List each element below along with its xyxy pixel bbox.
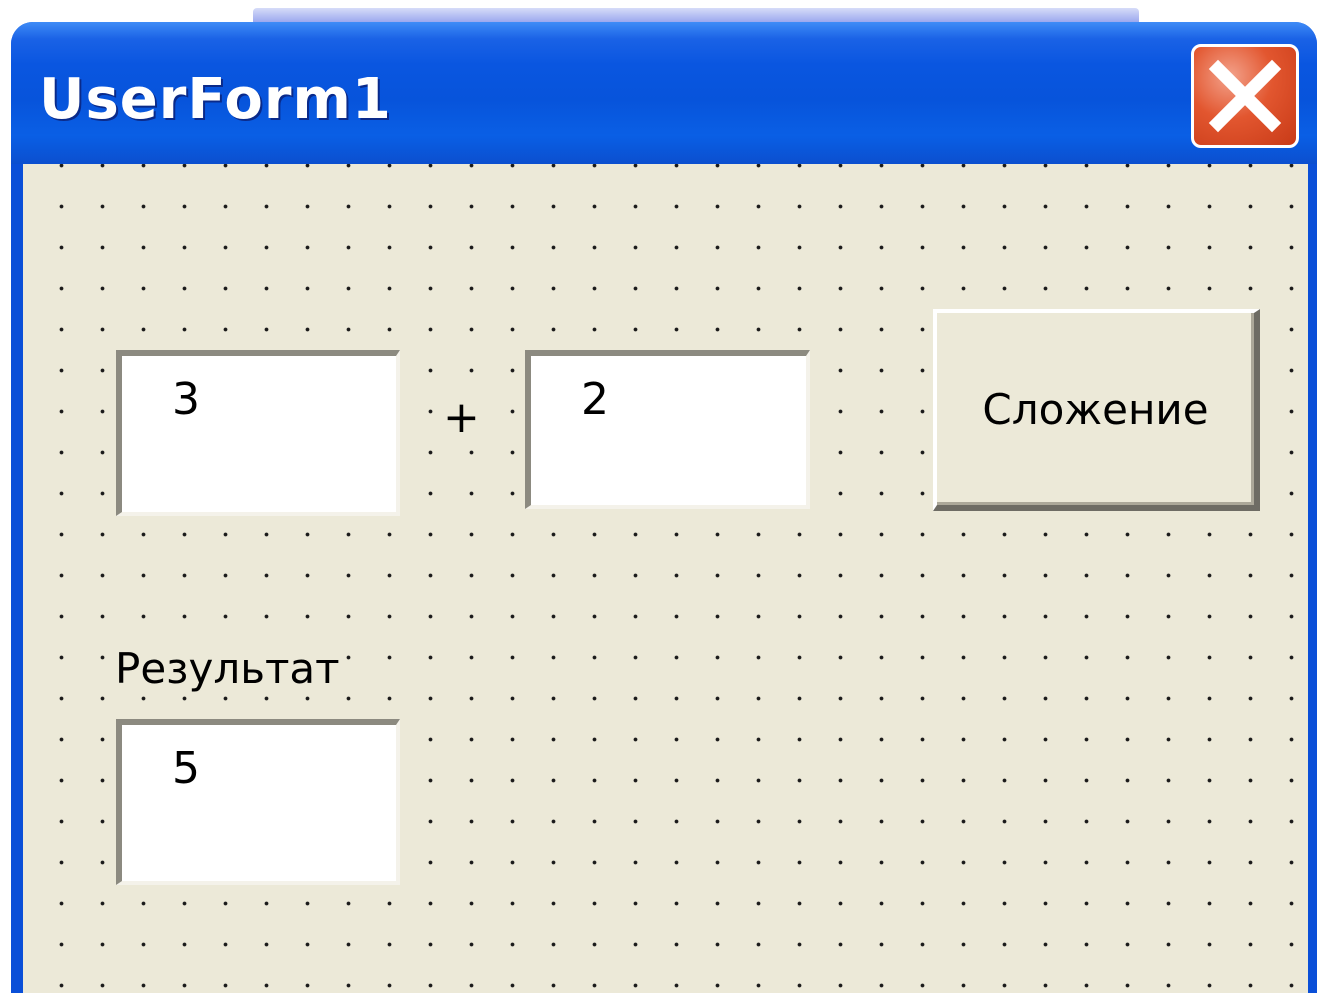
- result-label: Результат: [111, 646, 344, 692]
- userform-window: UserForm1 3 + 2 Сложение Результат 5: [11, 22, 1317, 993]
- form-client-area: 3 + 2 Сложение Результат 5: [23, 164, 1308, 993]
- plus-label: +: [441, 392, 482, 443]
- operand1-value: 3: [172, 374, 200, 425]
- window-title: UserForm1: [39, 67, 392, 132]
- operand2-value: 2: [581, 374, 609, 425]
- close-icon: [1208, 59, 1282, 133]
- result-value: 5: [172, 743, 200, 794]
- add-button[interactable]: Сложение: [933, 309, 1260, 511]
- operand2-textbox[interactable]: 2: [525, 350, 810, 509]
- title-bar[interactable]: UserForm1: [11, 22, 1317, 164]
- result-textbox[interactable]: 5: [116, 719, 400, 885]
- operand1-textbox[interactable]: 3: [116, 350, 400, 516]
- close-button[interactable]: [1191, 44, 1299, 148]
